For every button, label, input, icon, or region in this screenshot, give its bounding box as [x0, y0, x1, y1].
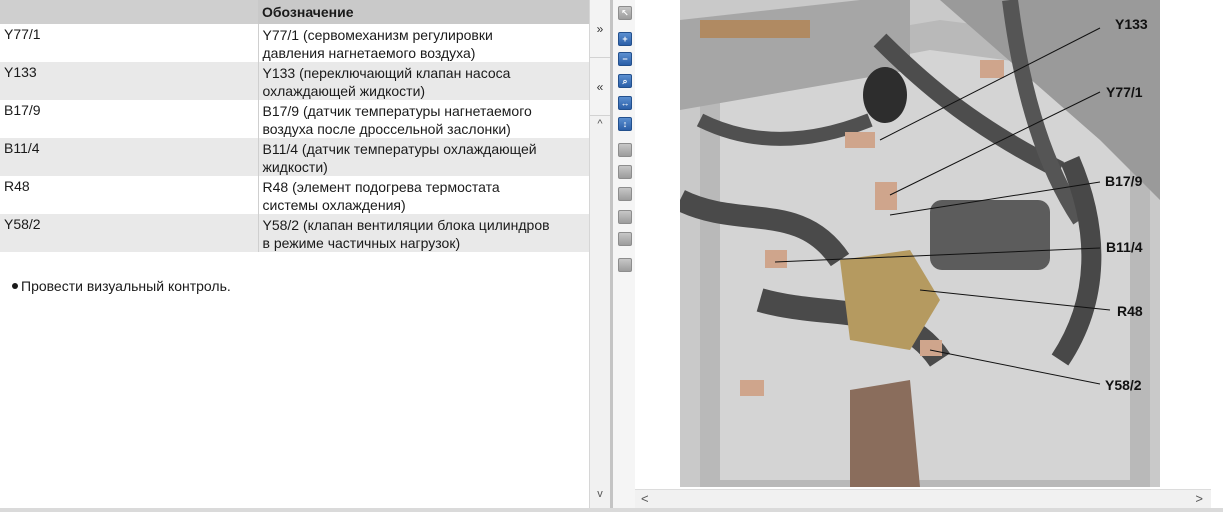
callout-label: R48 — [1117, 303, 1143, 319]
legend-panel: Обозначение Y77/1 Y77/1 (сервомеханизм р… — [0, 0, 589, 508]
bullet-icon — [12, 283, 18, 290]
row-code: Y133 — [4, 64, 37, 80]
legend-table: Обозначение Y77/1 Y77/1 (сервомеханизм р… — [0, 0, 589, 252]
row-description: Y58/2 (клапан вентиляции блока цилиндров… — [257, 214, 589, 252]
row-description: B17/9 (датчик температуры нагнетаемого во… — [257, 100, 589, 138]
image-toolbar: ↖ + − ⌕ ↔ ↕ — [613, 0, 635, 508]
row-code: Y58/2 — [4, 216, 41, 232]
table-row: Y58/2 Y58/2 (клапан вентиляции блока цил… — [0, 214, 589, 252]
tool-icon[interactable] — [618, 165, 632, 179]
scroll-down-arrow-icon[interactable]: v — [590, 488, 610, 500]
scroll-up-arrow-icon[interactable]: ^ — [590, 118, 610, 130]
zoom-area-icon[interactable]: ⌕ — [618, 74, 632, 88]
table-row: Y77/1 Y77/1 (сервомеханизм регулировки да… — [0, 24, 589, 62]
header-col-designation: Обозначение — [258, 0, 589, 24]
tool-icon[interactable] — [618, 187, 632, 201]
expand-panel-button[interactable]: » — [590, 0, 610, 58]
print-icon[interactable] — [618, 210, 632, 224]
callout-label: B17/9 — [1105, 173, 1143, 189]
row-code: B17/9 — [4, 102, 41, 118]
table-row: B17/9 B17/9 (датчик температуры нагнетае… — [0, 100, 589, 138]
row-code: R48 — [4, 178, 30, 194]
instruction-item: Провести визуальный контроль. — [12, 278, 231, 294]
header-col-code — [0, 0, 258, 24]
scroll-left-arrow-icon[interactable]: < — [641, 491, 649, 506]
row-code: Y77/1 — [4, 26, 41, 42]
row-description: B11/4 (датчик температуры охлаждающей жид… — [257, 138, 589, 176]
table-row: R48 R48 (элемент подогрева термостата сис… — [0, 176, 589, 214]
engine-diagram — [680, 0, 1160, 487]
next-icon[interactable] — [618, 232, 632, 246]
row-code: B11/4 — [4, 140, 40, 156]
row-description: R48 (элемент подогрева термостата системы… — [257, 176, 589, 214]
left-panel-scrollbar[interactable]: » « ^ v — [589, 0, 610, 508]
menu-icon[interactable] — [618, 258, 632, 272]
image-horizontal-scrollbar[interactable]: < > — [635, 489, 1211, 508]
pointer-tool-icon[interactable]: ↖ — [618, 6, 632, 20]
tool-icon[interactable] — [618, 143, 632, 157]
instruction-text: Провести визуальный контроль. — [21, 278, 231, 294]
table-row: B11/4 B11/4 (датчик температуры охлаждаю… — [0, 138, 589, 176]
callout-label: Y58/2 — [1105, 377, 1142, 393]
scroll-right-arrow-icon[interactable]: > — [1195, 491, 1203, 506]
fit-width-icon[interactable]: ↔ — [618, 96, 632, 110]
callout-label: B11/4 — [1106, 239, 1143, 255]
row-description: Y77/1 (сервомеханизм регулировки давления… — [257, 24, 589, 62]
status-bar — [0, 508, 1223, 512]
zoom-in-icon[interactable]: + — [618, 32, 632, 46]
table-row: Y133 Y133 (переключающий клапан насоса ох… — [0, 62, 589, 100]
zoom-out-icon[interactable]: − — [618, 52, 632, 66]
callout-label: Y133 — [1115, 16, 1148, 32]
table-header: Обозначение — [0, 0, 589, 24]
fit-height-icon[interactable]: ↕ — [618, 117, 632, 131]
image-viewer[interactable]: Y133 Y77/1 B17/9 B11/4 R48 Y58/2 — [635, 0, 1223, 489]
collapse-panel-button[interactable]: « — [590, 58, 610, 116]
callout-label: Y77/1 — [1106, 84, 1143, 100]
row-description: Y133 (переключающий клапан насоса охлажда… — [257, 62, 589, 100]
